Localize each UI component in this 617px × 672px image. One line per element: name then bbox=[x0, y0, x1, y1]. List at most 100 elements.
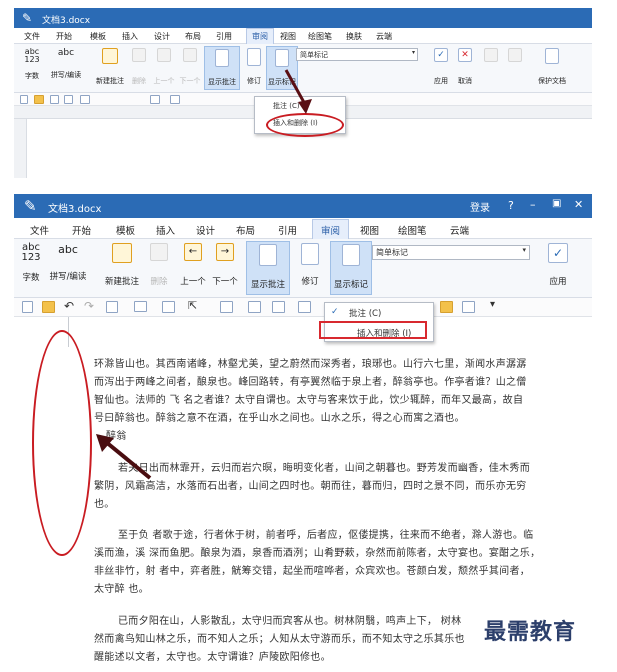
show-comments-button[interactable]: 显示批注 bbox=[204, 46, 240, 90]
picture-icon[interactable] bbox=[248, 301, 261, 313]
help-icon[interactable]: ? bbox=[508, 199, 514, 212]
menu-design[interactable]: 设计 bbox=[196, 223, 215, 237]
menu-cloud[interactable]: 云端 bbox=[376, 31, 392, 42]
new-doc-icon[interactable] bbox=[22, 301, 33, 313]
menu-reference[interactable]: 引用 bbox=[278, 223, 297, 237]
open-folder-icon[interactable] bbox=[34, 95, 44, 104]
menu-template[interactable]: 模板 bbox=[116, 223, 135, 237]
mail-icon[interactable] bbox=[134, 301, 147, 312]
doc-line-4: 号曰醉翁也。醉翁之意不在酒，在乎山水之间也。山水之乐，得之心而寓之酒也。 bbox=[94, 413, 465, 424]
menu-review[interactable]: 审阅 bbox=[246, 28, 274, 44]
next-icon: → bbox=[216, 243, 234, 261]
screenshot-top: ✎ 文档3.docx 文件 开始 模板 插入 设计 布局 引用 审阅 视图 绘图… bbox=[14, 8, 592, 178]
delete-button[interactable]: 删除 bbox=[146, 243, 172, 287]
maximize-icon[interactable]: ▣ bbox=[552, 198, 561, 209]
dropdown-item-comments[interactable]: 批注 (C) bbox=[349, 307, 457, 319]
title-bar: ✎ 文档3.docx bbox=[14, 8, 592, 28]
menu-review[interactable]: 审阅 bbox=[312, 219, 350, 240]
spellcheck-button[interactable]: abc 拼写/编读 bbox=[46, 48, 86, 80]
table-icon[interactable] bbox=[220, 301, 233, 313]
prev-change-button[interactable] bbox=[482, 48, 500, 62]
chevron-down-icon: ▾ bbox=[522, 246, 526, 254]
print-icon[interactable] bbox=[80, 95, 90, 104]
accept-button[interactable]: ✓ 应用 bbox=[544, 243, 572, 287]
menu-layout[interactable]: 布局 bbox=[236, 223, 255, 237]
login-button[interactable]: 登录 bbox=[470, 199, 490, 214]
reject-button[interactable]: ✕ 取消 bbox=[454, 48, 476, 86]
new-comment-button[interactable]: 新建批注 bbox=[102, 243, 142, 287]
delete-icon bbox=[150, 243, 168, 261]
pen-logo-icon: ✎ bbox=[22, 11, 33, 25]
watermark-logo: 最需教育 bbox=[484, 620, 577, 645]
print-icon[interactable] bbox=[162, 301, 175, 313]
doc-line-2: 而泻出于两峰之间者，酿泉也。峰回路转，有亭翼然临于泉上者，醉翁亭也。作亭者谁？山… bbox=[94, 377, 527, 388]
highlight-box bbox=[319, 321, 427, 339]
picture-icon[interactable] bbox=[170, 95, 180, 104]
redo-icon[interactable]: ↷ bbox=[84, 299, 94, 313]
track-button[interactable]: 修订 bbox=[296, 243, 324, 287]
next-button[interactable]: → 下一个 bbox=[210, 243, 240, 287]
frame-icon[interactable] bbox=[272, 301, 285, 313]
markup-select[interactable]: 简单标记 ▾ bbox=[296, 48, 418, 61]
redo-icon[interactable] bbox=[64, 95, 73, 104]
open-folder-icon[interactable] bbox=[42, 301, 55, 313]
new-comment-button[interactable]: 新建批注 bbox=[94, 48, 126, 86]
minimize-icon[interactable]: – bbox=[530, 198, 536, 211]
menu-file[interactable]: 文件 bbox=[30, 223, 49, 237]
menu-insert[interactable]: 插入 bbox=[122, 31, 138, 42]
undo-icon[interactable] bbox=[50, 95, 59, 104]
menu-home[interactable]: 开始 bbox=[72, 223, 91, 237]
show-comments-button[interactable]: 显示批注 bbox=[246, 241, 290, 295]
grid-icon[interactable] bbox=[462, 301, 475, 313]
menu-view[interactable]: 视图 bbox=[280, 31, 296, 42]
chevron-down-icon: ▾ bbox=[411, 49, 415, 56]
menu-cloud[interactable]: 云端 bbox=[450, 223, 469, 237]
menu-insert[interactable]: 插入 bbox=[156, 223, 175, 237]
menu-design[interactable]: 设计 bbox=[154, 31, 170, 42]
next-button[interactable]: 下一个 bbox=[178, 48, 202, 86]
menu-reference[interactable]: 引用 bbox=[216, 31, 232, 42]
doc-line-9: 至于负 者歌于途，行者休于树，前者呼，后者应，伛偻提携，往来而不绝者，滁人游也。… bbox=[118, 530, 534, 541]
menu-file[interactable]: 文件 bbox=[24, 31, 40, 42]
comment-icon bbox=[112, 243, 132, 263]
prev-button[interactable]: ← 上一个 bbox=[178, 243, 208, 287]
menu-layout[interactable]: 布局 bbox=[185, 31, 201, 42]
prev-icon: ← bbox=[184, 243, 202, 261]
new-doc-icon[interactable] bbox=[20, 95, 28, 104]
undo-icon[interactable]: ↶ bbox=[64, 299, 74, 313]
doc-line-13: 已而夕阳在山，人影散乱，太守归而宾客从也。树林阴翳，鸣声上下， 树林 bbox=[118, 616, 462, 627]
lock-icon bbox=[545, 48, 559, 64]
menu-view[interactable]: 视图 bbox=[360, 223, 379, 237]
doc-line-6: 若夫日出而林霏开，云归而岩穴暝，晦明变化者，山间之朝暮也。野芳发而幽香，佳木秀而 bbox=[118, 463, 530, 474]
track-button[interactable]: 修订 bbox=[244, 48, 264, 86]
doc-line-8: 也。 bbox=[94, 499, 115, 510]
comment-icon bbox=[102, 48, 118, 64]
menu-skin[interactable]: 换肤 bbox=[346, 31, 362, 42]
cursor-icon[interactable]: ⇱ bbox=[188, 299, 197, 312]
menu-draw[interactable]: 绘图笔 bbox=[398, 223, 427, 237]
spellcheck-button[interactable]: abc 拼写/编读 bbox=[46, 243, 90, 282]
ribbon-large: abc 123 字数 abc 拼写/编读 新建批注 删除 ← 上一个 → 下一个… bbox=[14, 239, 592, 298]
accept-button[interactable]: ✓ 应用 bbox=[430, 48, 452, 86]
more-icon[interactable]: ▾ bbox=[490, 299, 495, 310]
menu-draw[interactable]: 绘图笔 bbox=[308, 31, 332, 42]
show-markup-button[interactable]: 显示标记 bbox=[330, 241, 372, 295]
close-icon[interactable]: ✕ bbox=[574, 198, 583, 211]
next-change-button[interactable] bbox=[506, 48, 524, 62]
menu-template[interactable]: 模板 bbox=[90, 31, 106, 42]
wordcount-icon: abc 123 bbox=[21, 242, 41, 263]
prev-button[interactable]: 上一个 bbox=[152, 48, 176, 86]
doc-line-12: 太守醉 也。 bbox=[94, 584, 149, 595]
markup-select[interactable]: 简单标记 ▾ bbox=[372, 245, 530, 260]
menu-home[interactable]: 开始 bbox=[56, 31, 72, 42]
save-icon[interactable] bbox=[106, 301, 118, 313]
wordcount-button[interactable]: abc 123 字数 bbox=[20, 48, 44, 81]
wordcount-icon: abc 123 bbox=[24, 47, 40, 64]
protect-button[interactable]: 保护文档 bbox=[536, 48, 568, 86]
wordcount-button[interactable]: abc 123 字数 bbox=[18, 242, 44, 284]
delete-button[interactable]: 删除 bbox=[128, 48, 150, 86]
table-icon[interactable] bbox=[150, 95, 160, 104]
chart-icon[interactable] bbox=[298, 301, 311, 313]
menu-bar: 文件 开始 模板 插入 设计 布局 引用 审阅 视图 绘图笔 换肤 云端 bbox=[14, 28, 592, 44]
spellcheck-icon: abc bbox=[57, 48, 75, 58]
